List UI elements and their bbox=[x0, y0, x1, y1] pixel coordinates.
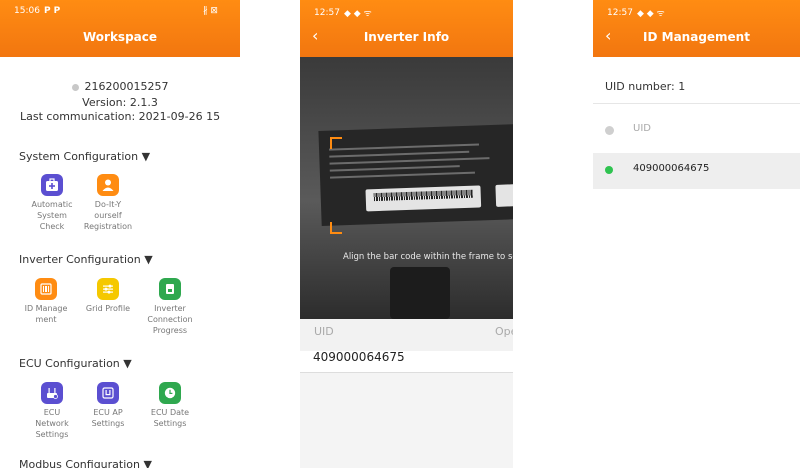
online-dot bbox=[605, 166, 613, 174]
camera-viewfinder bbox=[300, 57, 513, 319]
page-title: ID Management bbox=[643, 30, 750, 44]
inverter-info-screen: 12:57 ◆ ◆ ᯤ ‹ Inverter Info Align the ba… bbox=[300, 0, 513, 468]
status-time: 12:57 bbox=[607, 7, 633, 18]
router-icon bbox=[41, 382, 63, 404]
scan-frame-corner bbox=[330, 222, 342, 234]
id-management-button[interactable]: ID Manage ment bbox=[16, 278, 76, 325]
user-icon bbox=[97, 174, 119, 196]
scan-hint: Align the bar code within the frame to s… bbox=[343, 252, 513, 262]
id-management-screen: 12:57 ◆ ◆ ᯤ ‹ ID Management UID number: … bbox=[593, 0, 800, 468]
automatic-system-check-button[interactable]: Automatic System Check bbox=[22, 174, 82, 232]
inverter-device-icon bbox=[159, 278, 181, 300]
tile-label: Settings bbox=[35, 430, 69, 439]
tile-label: Settings bbox=[91, 419, 125, 428]
list-item[interactable]: 409000064675 bbox=[593, 153, 800, 189]
status-icons: ◆ ◆ ᯤ bbox=[636, 9, 665, 19]
header-bar: 12:57 ◆ ◆ ᯤ ‹ ID Management bbox=[593, 0, 800, 57]
access-point-icon bbox=[97, 382, 119, 404]
workspace-screen: 15:06 P P ∦ ⊠ Workspace 216200015257 Ver… bbox=[0, 0, 240, 468]
ecu-ap-settings-button[interactable]: ECU AP Settings bbox=[78, 382, 138, 429]
ecu-id: 216200015257 bbox=[84, 80, 169, 93]
grid-profile-button[interactable]: Grid Profile bbox=[78, 278, 138, 314]
ecu-date-settings-button[interactable]: ECU Date Settings bbox=[140, 382, 200, 429]
tile-label: Network bbox=[35, 419, 69, 428]
status-time: 15:06 bbox=[14, 6, 40, 16]
header-bar: 15:06 P P ∦ ⊠ Workspace bbox=[0, 0, 240, 57]
system-configuration-section[interactable]: System Configuration ▼ bbox=[19, 150, 150, 163]
list-area bbox=[300, 373, 513, 468]
tile-label: Connection bbox=[147, 315, 193, 324]
tile-label: ECU AP bbox=[93, 408, 123, 417]
tile-label: Check bbox=[39, 222, 65, 231]
tile-label: Grid Profile bbox=[85, 304, 131, 313]
status-bar: 12:57 ◆ ◆ ᯤ bbox=[314, 6, 372, 20]
uid-value: 409000064675 bbox=[633, 163, 710, 174]
tile-label: Inverter bbox=[154, 304, 186, 313]
operation-column-label: Ope bbox=[495, 325, 513, 338]
tile-label: ECU bbox=[43, 408, 61, 417]
tile-label: Do-It-Y bbox=[94, 200, 122, 209]
uid-column-label: UID bbox=[633, 123, 651, 134]
ecu-network-settings-button[interactable]: ECU Network Settings bbox=[22, 382, 82, 440]
scan-frame-corner bbox=[330, 137, 342, 149]
tile-label: ourself bbox=[94, 211, 122, 220]
tile-label: Settings bbox=[153, 419, 187, 428]
barcode-sticker bbox=[365, 185, 482, 212]
tile-label: Progress bbox=[152, 326, 188, 335]
uid-header-row: UID bbox=[593, 113, 800, 149]
diy-registration-button[interactable]: Do-It-Y ourself Registration bbox=[78, 174, 138, 232]
tile-label: ECU Date bbox=[150, 408, 190, 417]
offline-dot bbox=[605, 126, 614, 135]
header-bar: 12:57 ◆ ◆ ᯤ ‹ Inverter Info bbox=[300, 0, 513, 57]
version-text: Version: 2.1.3 bbox=[82, 96, 158, 109]
tile-label: Automatic bbox=[31, 200, 73, 209]
inverter-nameplate bbox=[318, 123, 513, 226]
ecu-configuration-section[interactable]: ECU Configuration ▼ bbox=[19, 357, 132, 370]
tile-label: ID Manage bbox=[24, 304, 68, 313]
page-title: Workspace bbox=[82, 30, 158, 44]
status-right: ∦ ⊠ bbox=[203, 6, 218, 16]
status-dot bbox=[71, 83, 79, 91]
status-time: 12:57 bbox=[314, 7, 340, 18]
clock-icon bbox=[159, 382, 181, 404]
status-bar: 15:06 P P bbox=[14, 6, 60, 16]
inverter-connection-progress-button[interactable]: Inverter Connection Progress bbox=[140, 278, 200, 336]
tile-label: Registration bbox=[83, 222, 133, 231]
ecu-id-row: 216200015257 bbox=[0, 80, 240, 93]
modbus-configuration-section[interactable]: Modbus Configuration ▼ bbox=[19, 458, 152, 468]
uid-count: UID number: 1 bbox=[605, 80, 686, 93]
inverter-configuration-section[interactable]: Inverter Configuration ▼ bbox=[19, 253, 153, 266]
tile-label: System bbox=[37, 211, 67, 220]
status-icons: P P bbox=[43, 6, 61, 16]
first-aid-kit-icon bbox=[41, 174, 63, 196]
divider bbox=[593, 103, 800, 104]
sliders-icon bbox=[97, 278, 119, 300]
page-title: Inverter Info bbox=[363, 30, 450, 44]
uid-column-label: UID bbox=[314, 325, 334, 338]
scanned-uid[interactable]: 409000064675 bbox=[313, 350, 405, 364]
status-icons: ◆ ◆ ᯤ bbox=[343, 9, 372, 19]
status-bar: 12:57 ◆ ◆ ᯤ bbox=[607, 6, 665, 20]
tile-label: ment bbox=[35, 315, 57, 324]
barcode-icon bbox=[35, 278, 57, 300]
last-communication: Last communication: 2021-09-26 15 bbox=[20, 110, 221, 123]
